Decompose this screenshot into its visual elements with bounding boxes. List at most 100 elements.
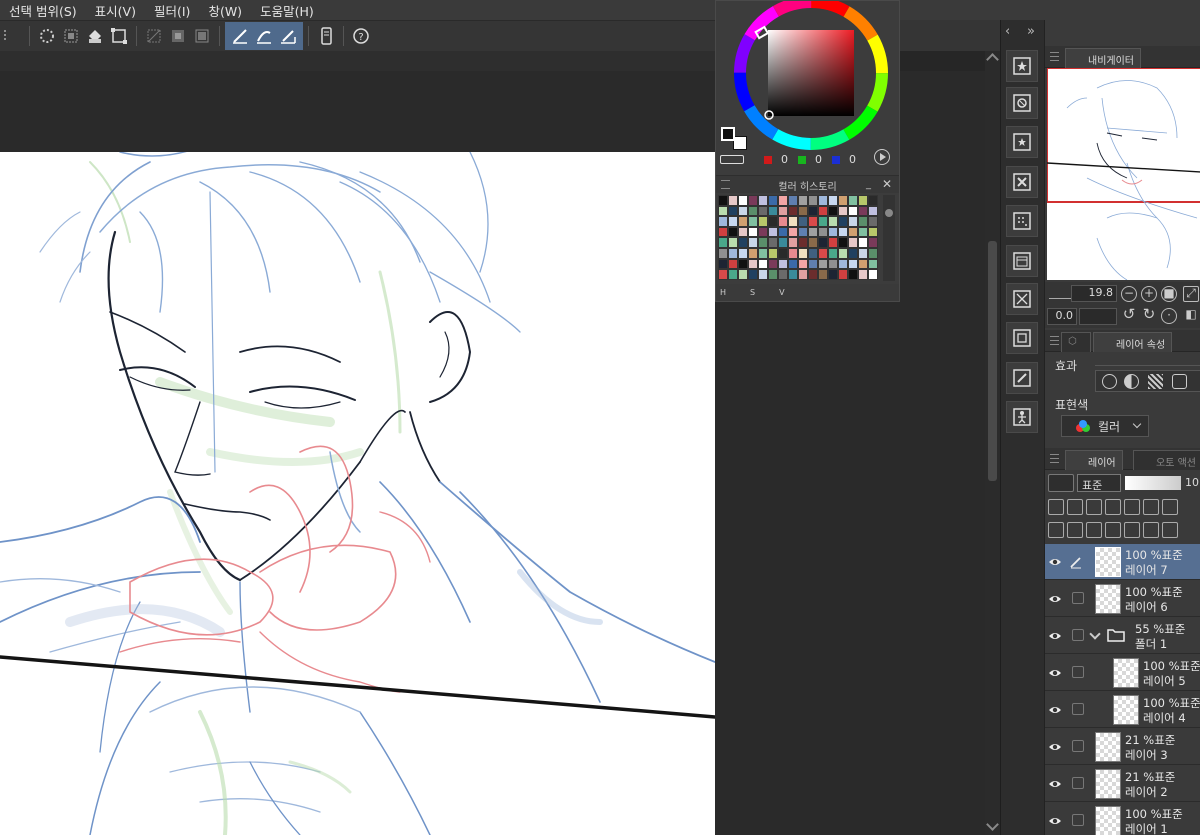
history-swatch[interactable] bbox=[788, 195, 798, 206]
rotation-input[interactable]: 0.0 bbox=[1047, 308, 1077, 325]
history-swatch[interactable] bbox=[798, 258, 808, 270]
new-raster-layer-icon[interactable] bbox=[1048, 522, 1064, 538]
chevron-down-icon[interactable] bbox=[1089, 628, 1101, 640]
history-swatch[interactable] bbox=[818, 247, 828, 259]
grip-icon[interactable] bbox=[1050, 336, 1059, 345]
history-swatch[interactable] bbox=[798, 226, 808, 238]
calendar-button[interactable] bbox=[1006, 245, 1038, 277]
history-swatch[interactable] bbox=[778, 226, 788, 238]
snap-special-ruler-icon[interactable] bbox=[253, 25, 275, 47]
material-star-button[interactable] bbox=[1006, 50, 1038, 82]
s-label[interactable]: S bbox=[750, 288, 755, 297]
blend-mode-select[interactable]: 표준 bbox=[1077, 474, 1121, 492]
canvas-vertical-scrollbar[interactable] bbox=[985, 51, 1000, 835]
history-swatch[interactable] bbox=[818, 205, 828, 217]
history-swatch[interactable] bbox=[768, 237, 778, 248]
layer-lock-checkbox[interactable] bbox=[1072, 814, 1084, 826]
extract-line-icon[interactable] bbox=[1124, 374, 1139, 389]
history-swatch[interactable] bbox=[778, 237, 788, 248]
history-swatch[interactable] bbox=[748, 195, 758, 206]
history-swatch[interactable] bbox=[718, 247, 728, 259]
history-swatch[interactable] bbox=[868, 226, 878, 238]
history-swatch[interactable] bbox=[728, 205, 738, 217]
layer-row[interactable]: 21 %표준 레이어 2 bbox=[1045, 766, 1200, 802]
layer-thumbnail[interactable] bbox=[1095, 584, 1121, 614]
layer-color-icon[interactable] bbox=[1172, 374, 1187, 389]
history-swatch[interactable] bbox=[718, 205, 728, 217]
history-swatch[interactable] bbox=[868, 237, 878, 248]
expand-selection-icon[interactable] bbox=[191, 25, 213, 47]
history-swatch[interactable] bbox=[868, 247, 878, 259]
tab-auto-action[interactable]: 오토 액션 bbox=[1133, 450, 1200, 470]
history-swatch[interactable] bbox=[808, 247, 818, 259]
flip-horizontal-icon[interactable]: ◧ bbox=[1183, 308, 1199, 324]
draft-layer-icon[interactable] bbox=[1086, 499, 1102, 515]
green-value[interactable]: 0 bbox=[812, 153, 822, 166]
history-swatch[interactable] bbox=[718, 226, 728, 238]
reference-layer-icon[interactable] bbox=[1067, 499, 1083, 515]
menu-filter[interactable]: 필터(I) bbox=[145, 1, 199, 20]
delete-layer-icon[interactable] bbox=[1143, 522, 1159, 538]
foreground-color-swatch[interactable] bbox=[721, 127, 735, 141]
history-swatch[interactable] bbox=[758, 237, 768, 248]
history-swatch[interactable] bbox=[788, 258, 798, 270]
history-swatch[interactable] bbox=[798, 237, 808, 248]
history-swatch[interactable] bbox=[868, 216, 878, 227]
menu-window[interactable]: 창(W) bbox=[199, 1, 251, 20]
layer-name[interactable]: 폴더 1 bbox=[1135, 636, 1167, 652]
history-swatch[interactable] bbox=[738, 226, 748, 238]
history-swatch[interactable] bbox=[818, 269, 828, 280]
history-swatch[interactable] bbox=[808, 216, 818, 227]
rotation-slider[interactable] bbox=[1079, 308, 1117, 325]
history-swatch[interactable] bbox=[778, 258, 788, 270]
history-swatch[interactable] bbox=[848, 258, 858, 270]
history-swatch[interactable] bbox=[838, 269, 848, 280]
history-swatch[interactable] bbox=[728, 237, 738, 248]
layer-thumbnail[interactable] bbox=[1095, 769, 1121, 799]
layer-lock-checkbox[interactable] bbox=[1072, 592, 1084, 604]
history-swatch[interactable] bbox=[718, 269, 728, 280]
background-color-swatch[interactable] bbox=[733, 136, 747, 150]
history-swatch[interactable] bbox=[798, 195, 808, 206]
material-folder-button[interactable] bbox=[1006, 126, 1038, 158]
history-swatch[interactable] bbox=[828, 247, 838, 259]
history-swatch[interactable] bbox=[828, 237, 838, 248]
eye-icon[interactable] bbox=[1048, 703, 1062, 717]
history-swatch[interactable] bbox=[738, 237, 748, 248]
history-swatch[interactable] bbox=[808, 205, 818, 217]
blue-value[interactable]: 0 bbox=[846, 153, 856, 166]
history-swatch[interactable] bbox=[828, 216, 838, 227]
scroll-thumb[interactable] bbox=[885, 209, 893, 217]
layer-lock-checkbox[interactable] bbox=[1072, 740, 1084, 752]
frame-button[interactable] bbox=[1006, 322, 1038, 354]
history-swatch[interactable] bbox=[828, 258, 838, 270]
menu-view[interactable]: 표시(V) bbox=[86, 1, 145, 20]
history-swatch[interactable] bbox=[768, 258, 778, 270]
layer-thumbnail[interactable] bbox=[1113, 658, 1139, 688]
collapse-right-icon[interactable]: » bbox=[1027, 24, 1035, 39]
history-swatch[interactable] bbox=[748, 269, 758, 280]
zoom-out-icon[interactable]: − bbox=[1121, 286, 1137, 302]
scroll-up-arrow-icon[interactable] bbox=[986, 53, 999, 66]
history-swatch[interactable] bbox=[818, 195, 828, 206]
tab-navigator[interactable]: 내비게이터 bbox=[1065, 48, 1141, 68]
history-swatch[interactable] bbox=[858, 247, 868, 259]
v-label[interactable]: V bbox=[779, 288, 784, 297]
history-swatch[interactable] bbox=[838, 226, 848, 238]
h-label[interactable]: H bbox=[720, 288, 726, 297]
history-swatch[interactable] bbox=[718, 216, 728, 227]
history-swatch[interactable] bbox=[848, 237, 858, 248]
history-swatch[interactable] bbox=[758, 258, 768, 270]
help-icon[interactable]: ? bbox=[350, 25, 372, 47]
close-icon[interactable]: ✕ bbox=[882, 177, 892, 191]
rotate-right-icon[interactable]: ↻ bbox=[1141, 307, 1157, 324]
history-swatch[interactable] bbox=[798, 205, 808, 217]
history-swatch[interactable] bbox=[788, 216, 798, 227]
history-swatch[interactable] bbox=[738, 216, 748, 227]
transform-icon[interactable] bbox=[108, 25, 130, 47]
history-swatch[interactable] bbox=[848, 195, 858, 206]
history-swatch[interactable] bbox=[758, 226, 768, 238]
history-swatch[interactable] bbox=[748, 205, 758, 217]
navigator-preview[interactable] bbox=[1047, 68, 1200, 280]
eye-icon[interactable] bbox=[1048, 629, 1062, 643]
